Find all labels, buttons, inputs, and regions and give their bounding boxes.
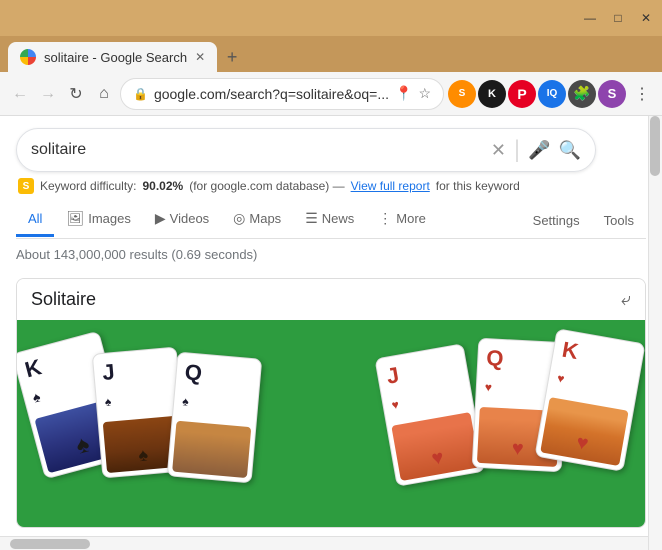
search-area: ✕ | 🎤 🔍 S Keyword difficulty: 90.02% (fo… [0,116,662,239]
news-icon: ☰ [305,210,318,227]
tab-news-label: News [322,211,355,226]
card-character-6 [540,397,629,466]
solitaire-title: Solitaire [31,289,96,310]
kw-database: (for google.com database) — [189,179,344,193]
tab-close-icon[interactable]: ✕ [195,50,205,64]
playing-card-heart-j: J♥ [374,343,485,487]
search-input[interactable] [31,141,483,159]
settings-label: Settings [533,213,580,228]
back-button[interactable]: ← [8,78,32,110]
search-box[interactable]: ✕ | 🎤 🔍 [16,128,596,172]
title-bar: — □ ✕ [0,0,662,36]
playing-card-spade-q: Q♠ [167,352,263,484]
more-icon: ⋮ [378,210,392,227]
images-icon: 🖼 [66,210,84,227]
tools-label: Tools [604,213,634,228]
tab-tools[interactable]: Tools [592,205,646,236]
close-button[interactable]: ✕ [638,11,654,25]
tab-title: solitaire - Google Search [44,50,187,65]
address-bar[interactable]: 🔒 google.com/search?q=solitaire&oq=... 📍… [120,78,444,110]
scrollbar-thumb-vertical[interactable] [650,116,660,176]
search-tabs: All 🖼 Images ▶ Videos ◎ Maps ☰ News [16,198,646,239]
tab-bar: solitaire - Google Search ✕ + [0,36,662,72]
search-clear-icon[interactable]: ✕ [491,140,506,161]
new-tab-button[interactable]: + [217,42,247,72]
bottom-scrollbar[interactable] [0,536,662,550]
tab-all[interactable]: All [16,203,54,237]
tab-images-label: Images [88,211,131,226]
solitaire-result-card: Solitaire ⤶ K♠ J♠ [16,278,646,528]
tab-videos-label: Videos [170,211,210,226]
scrollbar-thumb-horizontal[interactable] [10,539,90,549]
address-icons: 📍 ☆ [395,85,431,102]
chrome-menu-button[interactable]: ⋮ [630,78,654,110]
card-label-j1: J♠ [93,348,181,419]
ext-user-icon[interactable]: S [598,80,626,108]
tab-maps[interactable]: ◎ Maps [221,202,293,238]
minimize-button[interactable]: — [582,11,598,25]
navigation-bar: ← → ↻ ⌂ 🔒 google.com/search?q=solitaire&… [0,72,662,116]
home-button[interactable]: ⌂ [92,78,116,110]
tab-maps-label: Maps [249,211,281,226]
ext-iq-icon[interactable]: IQ [538,80,566,108]
tab-settings[interactable]: Settings [521,205,592,236]
card-label-q1: Q♠ [173,353,261,424]
reload-button[interactable]: ↻ [64,78,88,110]
maximize-button[interactable]: □ [610,11,626,25]
chrome-favicon [20,49,36,65]
ext-puzzle-icon[interactable]: 🧩 [568,80,596,108]
address-text: google.com/search?q=solitaire&oq=... [154,86,389,102]
results-count: About 143,000,000 results (0.69 seconds) [0,239,662,270]
card-figure-4 [387,407,485,485]
kw-suffix: for this keyword [436,179,520,193]
tab-news[interactable]: ☰ News [293,202,366,238]
lock-icon: 🔒 [133,87,148,101]
card-character-4 [391,412,480,481]
tab-more-label: More [396,211,426,226]
kw-label: Keyword difficulty: [40,179,137,193]
tab-all-label: All [28,211,42,226]
maps-icon: ◎ [233,210,245,227]
bookmark-icon[interactable]: ☆ [418,85,431,102]
window-controls: — □ ✕ [582,11,654,25]
semrush-kw-icon: S [18,178,34,194]
browser-window: — □ ✕ solitaire - Google Search ✕ + ← → … [0,0,662,550]
right-scrollbar[interactable] [648,116,662,550]
tab-more[interactable]: ⋮ More [366,202,438,238]
voice-search-icon[interactable]: 🎤 [528,140,550,161]
location-icon[interactable]: 📍 [395,85,412,102]
kw-full-report-link[interactable]: View full report [351,179,430,193]
ext-pinterest-icon[interactable]: P [508,80,536,108]
tab-images[interactable]: 🖼 Images [54,202,142,238]
card-figure-3 [168,416,256,482]
ext-semrush-icon[interactable]: S [448,80,476,108]
forward-button[interactable]: → [36,78,60,110]
kw-value: 90.02% [143,179,184,193]
search-submit-icon[interactable]: 🔍 [559,140,581,161]
card-game-image: K♠ J♠ Q♠ [17,320,645,528]
cards-container: K♠ J♠ Q♠ [17,320,645,528]
share-icon[interactable]: ⤶ [621,289,631,310]
active-tab[interactable]: solitaire - Google Search ✕ [8,42,217,72]
ext-k-icon[interactable]: K [478,80,506,108]
videos-icon: ▶ [155,210,166,227]
keyword-difficulty-bar: S Keyword difficulty: 90.02% (for google… [16,172,646,194]
page-content: ✕ | 🎤 🔍 S Keyword difficulty: 90.02% (fo… [0,116,662,536]
divider: | [514,136,520,164]
tab-videos[interactable]: ▶ Videos [143,202,221,238]
card-character-3 [172,421,251,478]
card-figure-6 [536,392,634,470]
card-header: Solitaire ⤶ [17,279,645,320]
extension-icons: S K P IQ 🧩 S [448,80,626,108]
